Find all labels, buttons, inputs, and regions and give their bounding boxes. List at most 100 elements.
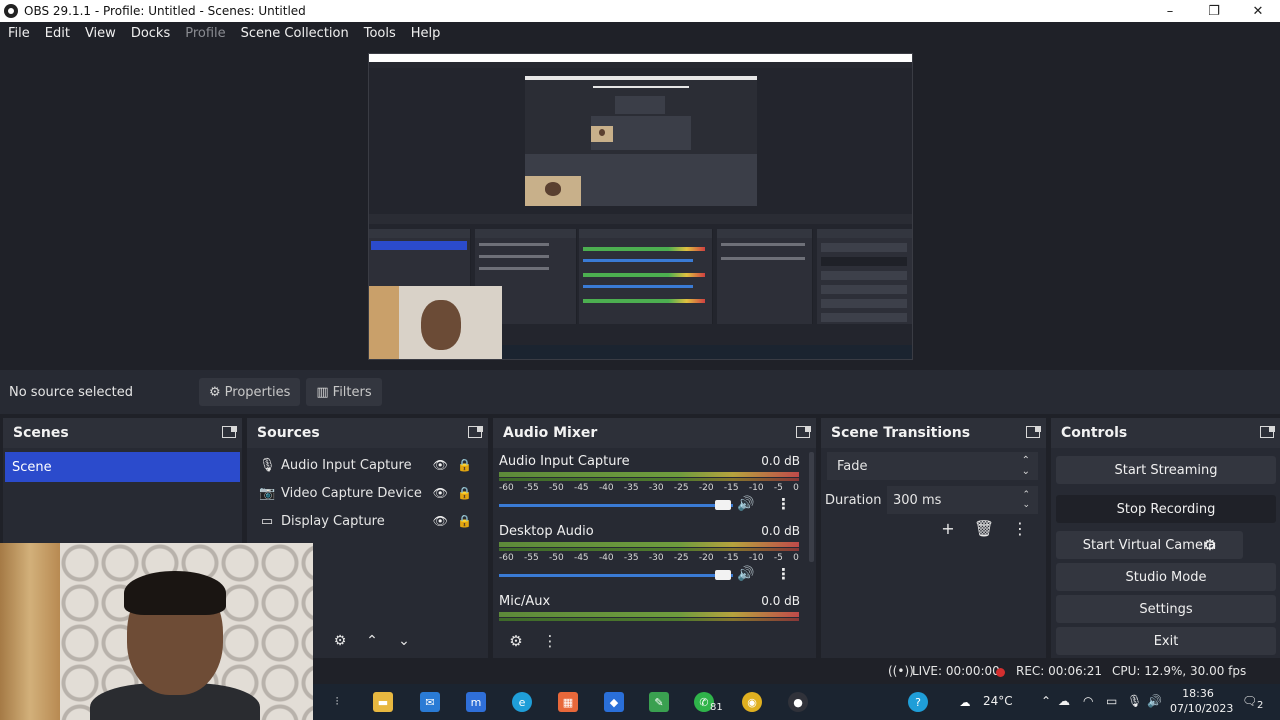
stop-recording-button[interactable]: Stop Recording xyxy=(1056,495,1276,523)
add-icon[interactable]: + xyxy=(930,515,966,541)
volume-slider[interactable] xyxy=(499,504,733,507)
app-icon[interactable]: m xyxy=(466,692,486,712)
edge-browser-icon[interactable]: e xyxy=(512,692,532,712)
move-down-icon[interactable]: ⌄ xyxy=(388,628,420,654)
preview-webcam-feed xyxy=(369,286,502,359)
menu-help[interactable]: Help xyxy=(411,26,441,41)
move-up-icon[interactable]: ⌃ xyxy=(356,628,388,654)
volume-slider-handle[interactable] xyxy=(715,500,731,510)
close-button[interactable]: ✕ xyxy=(1236,0,1280,22)
more-options-icon[interactable]: ⋮ xyxy=(776,495,791,513)
speaker-icon[interactable]: 🔊 xyxy=(737,566,754,582)
preview-nested-menubar xyxy=(369,62,912,68)
volume-tray-icon[interactable]: 🔊 xyxy=(1147,694,1162,708)
menu-scene-collection[interactable]: Scene Collection xyxy=(241,26,349,41)
task-view-icon[interactable]: ⫶ xyxy=(327,692,347,712)
lock-icon[interactable]: 🔒 xyxy=(457,486,472,500)
mail-icon[interactable]: ✉ xyxy=(420,692,440,712)
undock-icon[interactable] xyxy=(796,425,811,438)
source-label: Display Capture xyxy=(281,513,385,529)
chrome-icon[interactable]: ◉ xyxy=(742,692,762,712)
clock-time: 18:36 xyxy=(1182,687,1214,700)
virtual-camera-settings-gear-icon[interactable]: ⚙ xyxy=(1196,531,1224,559)
advanced-audio-gear-icon[interactable]: ⚙ xyxy=(499,628,533,654)
trash-icon[interactable]: 🗑 xyxy=(966,515,1002,541)
preview-area xyxy=(0,44,1280,370)
more-options-icon[interactable]: ⋮ xyxy=(776,565,791,583)
battery-icon[interactable]: ▭ xyxy=(1106,694,1117,708)
microphone-tray-icon[interactable]: 🎙 xyxy=(1127,694,1142,708)
file-explorer-icon[interactable]: ▬ xyxy=(373,692,393,712)
chevron-updown-icon[interactable]: ⌃ ⌄ xyxy=(1022,490,1030,510)
obs-taskbar-icon[interactable]: ● xyxy=(788,692,808,712)
scene-transitions-dock: Scene Transitions Fade ⌃ ⌄ Duration 300 m… xyxy=(821,418,1046,658)
weather-cloud-icon[interactable]: ☁ xyxy=(955,692,975,712)
notification-icon[interactable]: 🗨 xyxy=(1242,694,1257,708)
scenes-title: Scenes xyxy=(13,425,69,441)
menu-docks[interactable]: Docks xyxy=(131,26,170,41)
lock-icon[interactable]: 🔒 xyxy=(457,514,472,528)
source-item-display-capture[interactable]: ▭ Display Capture 👁 🔒 xyxy=(247,507,488,535)
lock-icon[interactable]: 🔒 xyxy=(457,458,472,472)
undock-icon[interactable] xyxy=(222,425,237,438)
wifi-icon[interactable]: ◠ xyxy=(1083,694,1093,708)
whatsapp-badge: 81 xyxy=(710,702,723,713)
notification-count: 2 xyxy=(1257,700,1264,711)
source-toolbar: No source selected ⚙ Properties ▥ Filter… xyxy=(0,370,1280,414)
clock-date: 07/10/2023 xyxy=(1170,702,1234,715)
meter-ticks: -60 -55 -50 -45 -40 -35 -30 -25 -20 -15 -10 -5 0 xyxy=(499,483,799,493)
transition-selected: Fade xyxy=(837,458,868,474)
notepad-icon[interactable]: ✎ xyxy=(649,692,669,712)
scene-item[interactable]: Scene xyxy=(5,452,240,482)
source-item-video-capture[interactable]: 📷 Video Capture Device 👁 🔒 xyxy=(247,479,488,507)
volume-meter-peak xyxy=(499,478,799,481)
menu-edit[interactable]: Edit xyxy=(45,26,70,41)
source-settings-gear-icon[interactable]: ⚙ xyxy=(324,628,356,654)
visibility-eye-icon[interactable]: 👁 xyxy=(433,486,448,500)
more-options-icon[interactable]: ⋮ xyxy=(1002,515,1038,541)
menu-tools[interactable]: Tools xyxy=(364,26,396,41)
meter-ticks: -60 -55 -50 -45 -40 -35 -30 -25 -20 -15 -10 -5 0 xyxy=(499,553,799,563)
speaker-icon[interactable]: 🔊 xyxy=(737,496,754,512)
filters-button[interactable]: ▥ Filters xyxy=(306,378,382,406)
menu-bar: File Edit View Docks Profile Scene Colle… xyxy=(0,22,1280,44)
volume-meter-peak xyxy=(499,548,799,551)
duration-spinbox[interactable]: 300 ms ⌃ ⌄ xyxy=(887,486,1038,514)
clock[interactable]: 18:36 07/10/2023 xyxy=(1170,686,1234,716)
mixer-scrollbar[interactable] xyxy=(809,452,814,562)
volume-slider[interactable] xyxy=(499,574,733,577)
mixer-menu-icon[interactable]: ⋮ xyxy=(533,628,567,654)
show-hidden-icons-chevron-icon[interactable]: ⌃ xyxy=(1041,694,1051,708)
app-grid-icon[interactable]: ▦ xyxy=(558,692,578,712)
undock-icon[interactable] xyxy=(468,425,483,438)
minimize-button[interactable]: – xyxy=(1148,0,1192,22)
chevron-updown-icon: ⌃ ⌄ xyxy=(1021,455,1030,477)
menu-profile[interactable]: Profile xyxy=(185,26,225,41)
controls-title: Controls xyxy=(1061,425,1128,441)
channel-name: Audio Input Capture xyxy=(499,454,630,469)
start-streaming-button[interactable]: Start Streaming xyxy=(1056,456,1276,484)
maximize-button[interactable]: ❐ xyxy=(1192,0,1236,22)
transition-select[interactable]: Fade ⌃ ⌄ xyxy=(827,452,1038,480)
network-icon[interactable]: ☁ xyxy=(1058,694,1070,708)
dropbox-icon[interactable]: ◆ xyxy=(604,692,624,712)
help-icon[interactable]: ? xyxy=(908,692,928,712)
settings-button[interactable]: Settings xyxy=(1056,595,1276,623)
exit-button[interactable]: Exit xyxy=(1056,627,1276,655)
undock-icon[interactable] xyxy=(1026,425,1041,438)
cpu-status: CPU: 12.9%, 30.00 fps xyxy=(1112,664,1247,678)
undock-icon[interactable] xyxy=(1260,425,1275,438)
program-preview[interactable] xyxy=(368,53,913,360)
visibility-eye-icon[interactable]: 👁 xyxy=(433,514,448,528)
volume-slider-handle[interactable] xyxy=(715,570,731,580)
camera-icon: 📷 xyxy=(259,485,276,501)
channel-db: 0.0 dB xyxy=(761,594,800,608)
properties-button[interactable]: ⚙ Properties xyxy=(199,378,301,406)
menu-file[interactable]: File xyxy=(8,26,30,41)
filter-icon: ▥ xyxy=(316,384,329,400)
webcam-overlay xyxy=(0,543,313,720)
menu-view[interactable]: View xyxy=(85,26,116,41)
studio-mode-button[interactable]: Studio Mode xyxy=(1056,563,1276,591)
source-item-audio-input[interactable]: 🎙 Audio Input Capture 👁 🔒 xyxy=(247,451,488,479)
visibility-eye-icon[interactable]: 👁 xyxy=(433,458,448,472)
